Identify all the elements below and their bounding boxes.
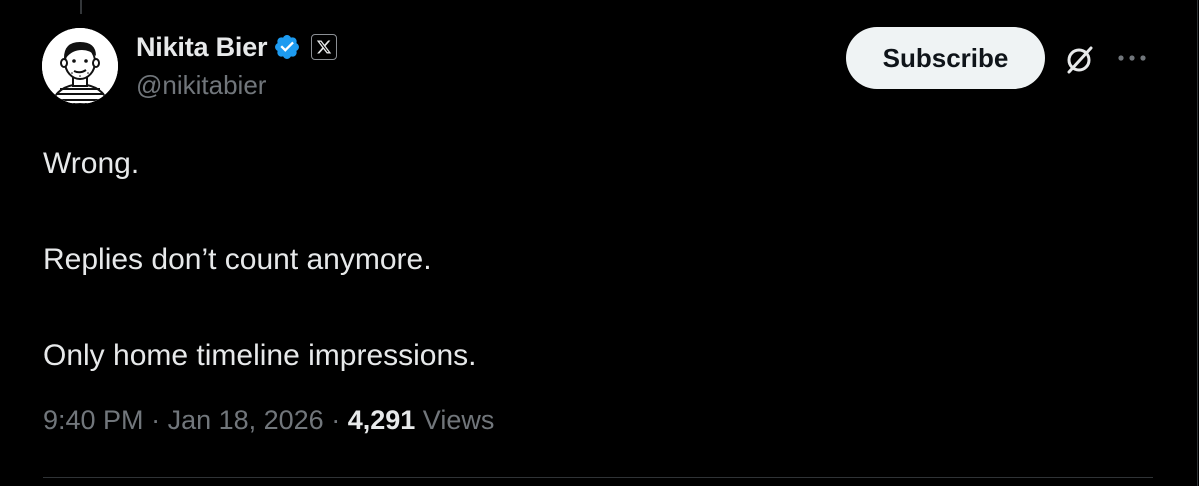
tweet-date[interactable]: Jan 18, 2026 <box>168 405 324 435</box>
thread-connector-line <box>80 0 82 14</box>
meta-separator: · <box>143 405 168 435</box>
tweet-time[interactable]: 9:40 PM <box>43 405 144 435</box>
author-handle[interactable]: @nikitabier <box>136 70 266 101</box>
author-display-name[interactable]: Nikita Bier <box>136 32 268 63</box>
tweet-line: Replies don’t count anymore. <box>43 243 432 276</box>
author-name-row: Nikita Bier <box>136 30 338 64</box>
meta-separator: · <box>323 405 348 435</box>
tweet-metadata: 9:40 PM · Jan 18, 2026 · 4,291 Views <box>43 405 494 436</box>
avatar[interactable] <box>42 28 118 104</box>
tweet-paragraph-gap <box>43 284 1143 332</box>
views-count[interactable]: 4,291 <box>348 405 416 435</box>
views-label[interactable]: Views <box>423 405 495 435</box>
tweet-line: Wrong. <box>43 147 140 180</box>
verified-badge-icon[interactable] <box>273 33 301 61</box>
avatar-illustration <box>42 28 118 104</box>
grok-icon[interactable] <box>1061 42 1097 78</box>
more-icon[interactable] <box>1114 46 1150 70</box>
tweet-text: Wrong. Replies don’t count anymore. Only… <box>43 140 1143 380</box>
x-logo-icon[interactable] <box>311 34 338 60</box>
column-border <box>1197 0 1198 486</box>
subscribe-button[interactable]: Subscribe <box>846 27 1045 89</box>
tweet-line: Only home timeline impressions. <box>43 339 477 372</box>
tweet-paragraph-gap <box>43 188 1143 236</box>
divider <box>43 477 1153 478</box>
